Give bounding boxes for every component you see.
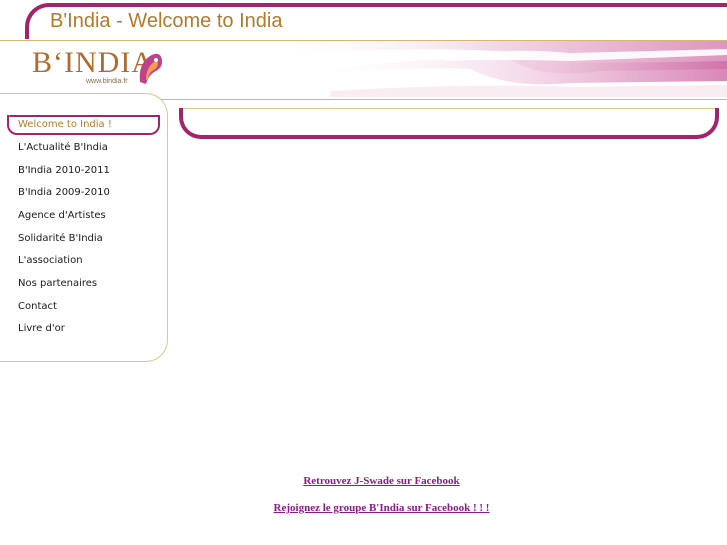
content-frame	[179, 108, 719, 139]
paisley-icon	[139, 53, 163, 84]
header-divider-bottom	[160, 99, 727, 100]
menu-item-bindia-2009-2010[interactable]: B'India 2009-2010	[18, 187, 110, 198]
menu-item-solidarite[interactable]: Solidarité B'India	[18, 233, 103, 244]
menu-item-agence[interactable]: Agence d'Artistes	[18, 210, 106, 221]
menu-item-livre-dor[interactable]: Livre d'or	[18, 323, 65, 334]
menu-item-partenaires[interactable]: Nos partenaires	[18, 278, 97, 289]
banner-decoration	[270, 41, 727, 97]
jswade-facebook-link[interactable]: Retrouvez J-Swade sur Facebook	[0, 475, 727, 487]
bindia-facebook-group-link[interactable]: Rejoignez le groupe B'India sur Facebook…	[0, 502, 727, 514]
page-title: B'India - Welcome to India	[50, 10, 283, 32]
menu-item-actualite[interactable]: L'Actualité B'India	[18, 142, 108, 153]
menu-item-welcome[interactable]: Welcome to India !	[18, 119, 112, 130]
logo-url: www.bindia.fr	[86, 78, 128, 85]
menu-item-association[interactable]: L'association	[18, 255, 83, 266]
menu-item-contact[interactable]: Contact	[18, 301, 57, 312]
menu-item-bindia-2010-2011[interactable]: B'India 2010-2011	[18, 165, 110, 176]
